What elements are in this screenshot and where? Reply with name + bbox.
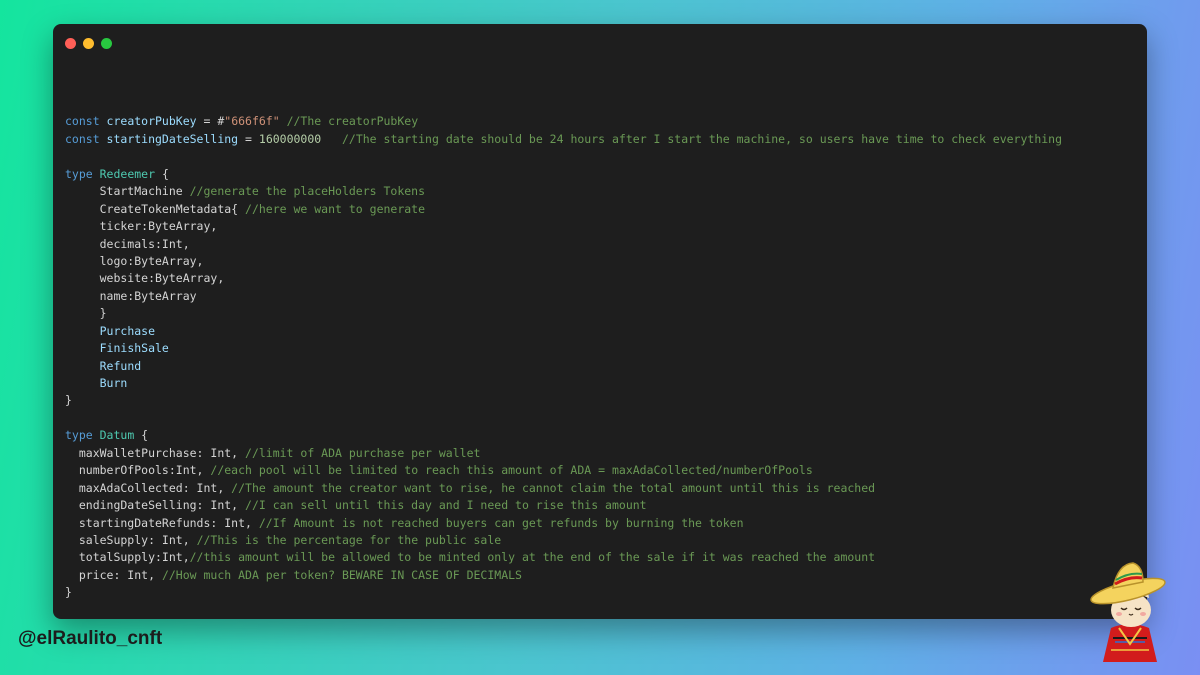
code-line: decimals:Int, xyxy=(65,236,1062,253)
code-token: //If Amount is not reached buyers can ge… xyxy=(258,515,744,530)
code-line: endingDateSelling: Int, //I can sell unt… xyxy=(65,497,1062,514)
code-line: Burn xyxy=(65,375,1062,392)
code-token: //The creatorPubKey xyxy=(279,114,419,129)
code-token: maxAdaCollected: Int, xyxy=(65,480,232,495)
code-token: Datum xyxy=(99,428,135,443)
code-token: //The starting date should be 24 hours a… xyxy=(321,131,1063,146)
code-token: } xyxy=(65,585,72,600)
code-token: const xyxy=(65,114,107,129)
author-handle: @elRaulito_cnft xyxy=(18,628,163,649)
maximize-window-button[interactable] xyxy=(101,38,112,49)
code-line: type Datum { xyxy=(65,427,1062,444)
code-token: type xyxy=(65,166,100,181)
window-titlebar xyxy=(53,24,1147,62)
code-token: } xyxy=(65,393,72,408)
code-line: StartMachine //generate the placeHolders… xyxy=(65,183,1062,200)
code-token: name:ByteArray xyxy=(65,288,197,303)
code-line: logo:ByteArray, xyxy=(65,253,1062,270)
code-line: maxAdaCollected: Int, //The amount the c… xyxy=(65,480,1062,497)
code-token: FinishSale xyxy=(99,341,169,356)
code-line: saleSupply: Int, //This is the percentag… xyxy=(65,532,1062,549)
code-token: //each pool will be limited to reach thi… xyxy=(210,463,813,478)
code-line: name:ByteArray xyxy=(65,288,1062,305)
code-token: numberOfPools:Int, xyxy=(65,463,211,478)
code-token: saleSupply: Int, xyxy=(65,532,197,547)
code-token: //I can sell until this day and I need t… xyxy=(245,498,647,513)
code-token: } xyxy=(65,306,107,321)
code-line: website:ByteArray, xyxy=(65,270,1062,287)
code-token: CreateTokenMetadata{ xyxy=(65,201,246,216)
code-token: { xyxy=(134,428,149,443)
code-line: FinishSale xyxy=(65,340,1062,357)
code-token: //generate the placeHolders Tokens xyxy=(189,184,426,199)
code-line: Purchase xyxy=(65,323,1062,340)
code-token: = xyxy=(238,131,259,146)
code-token: creatorPubKey xyxy=(106,114,197,129)
code-line: numberOfPools:Int, //each pool will be l… xyxy=(65,462,1062,479)
code-token: { xyxy=(155,166,169,181)
code-token: Refund xyxy=(99,358,142,373)
code-token: endingDateSelling: Int, xyxy=(65,498,246,513)
code-token: price: Int, xyxy=(65,567,162,582)
code-token: 160000000 xyxy=(258,131,322,146)
code-token: "666f6f" xyxy=(224,114,280,129)
code-line: maxWalletPurchase: Int, //limit of ADA p… xyxy=(65,445,1062,462)
code-token: website:ByteArray, xyxy=(65,271,225,286)
code-token: //How much ADA per token? BEWARE IN CASE… xyxy=(161,567,522,582)
code-line: Refund xyxy=(65,358,1062,375)
cat-with-sombrero-icon xyxy=(1085,558,1175,666)
code-token: Burn xyxy=(99,376,128,390)
code-token: startingDateRefunds: Int, xyxy=(65,515,259,530)
code-line: } xyxy=(65,392,1062,409)
code-token: //limit of ADA purchase per wallet xyxy=(245,445,481,460)
code-window: const creatorPubKey = #"666f6f" //The cr… xyxy=(53,24,1147,619)
code-token: logo:ByteArray, xyxy=(65,253,204,268)
code-line: type Redeemer { xyxy=(65,166,1062,183)
code-token: Redeemer xyxy=(99,166,156,181)
code-token: const xyxy=(65,131,107,146)
code-token: StartMachine xyxy=(65,184,190,199)
code-token: totalSupply:Int, xyxy=(65,550,190,565)
code-line: } xyxy=(65,305,1062,322)
code-line: startingDateRefunds: Int, //If Amount is… xyxy=(65,515,1062,532)
code-line: CreateTokenMetadata{ //here we want to g… xyxy=(65,201,1062,218)
code-token: decimals:Int, xyxy=(65,236,190,251)
code-line: const creatorPubKey = #"666f6f" //The cr… xyxy=(65,113,1062,130)
code-token: //this amount will be allowed to be mint… xyxy=(189,550,876,565)
code-line: const startingDateSelling = 160000000 //… xyxy=(65,131,1062,148)
code-token: startingDateSelling xyxy=(106,131,239,146)
code-line: totalSupply:Int,//this amount will be al… xyxy=(65,549,1062,566)
code-token: type xyxy=(65,428,100,443)
code-token: //here we want to generate xyxy=(245,201,426,216)
code-token: Purchase xyxy=(99,323,156,338)
code-token: //This is the percentage for the public … xyxy=(196,532,502,547)
code-line: price: Int, //How much ADA per token? BE… xyxy=(65,567,1062,584)
code-line: } xyxy=(65,584,1062,601)
code-token: //The amount the creator want to rise, h… xyxy=(231,480,876,495)
code-token: ticker:ByteArray, xyxy=(65,219,218,234)
code-token: maxWalletPurchase: Int, xyxy=(65,445,246,460)
minimize-window-button[interactable] xyxy=(83,38,94,49)
code-block: const creatorPubKey = #"666f6f" //The cr… xyxy=(65,96,1062,602)
code-line: ticker:ByteArray, xyxy=(65,218,1062,235)
code-token: = # xyxy=(196,114,225,129)
close-window-button[interactable] xyxy=(65,38,76,49)
